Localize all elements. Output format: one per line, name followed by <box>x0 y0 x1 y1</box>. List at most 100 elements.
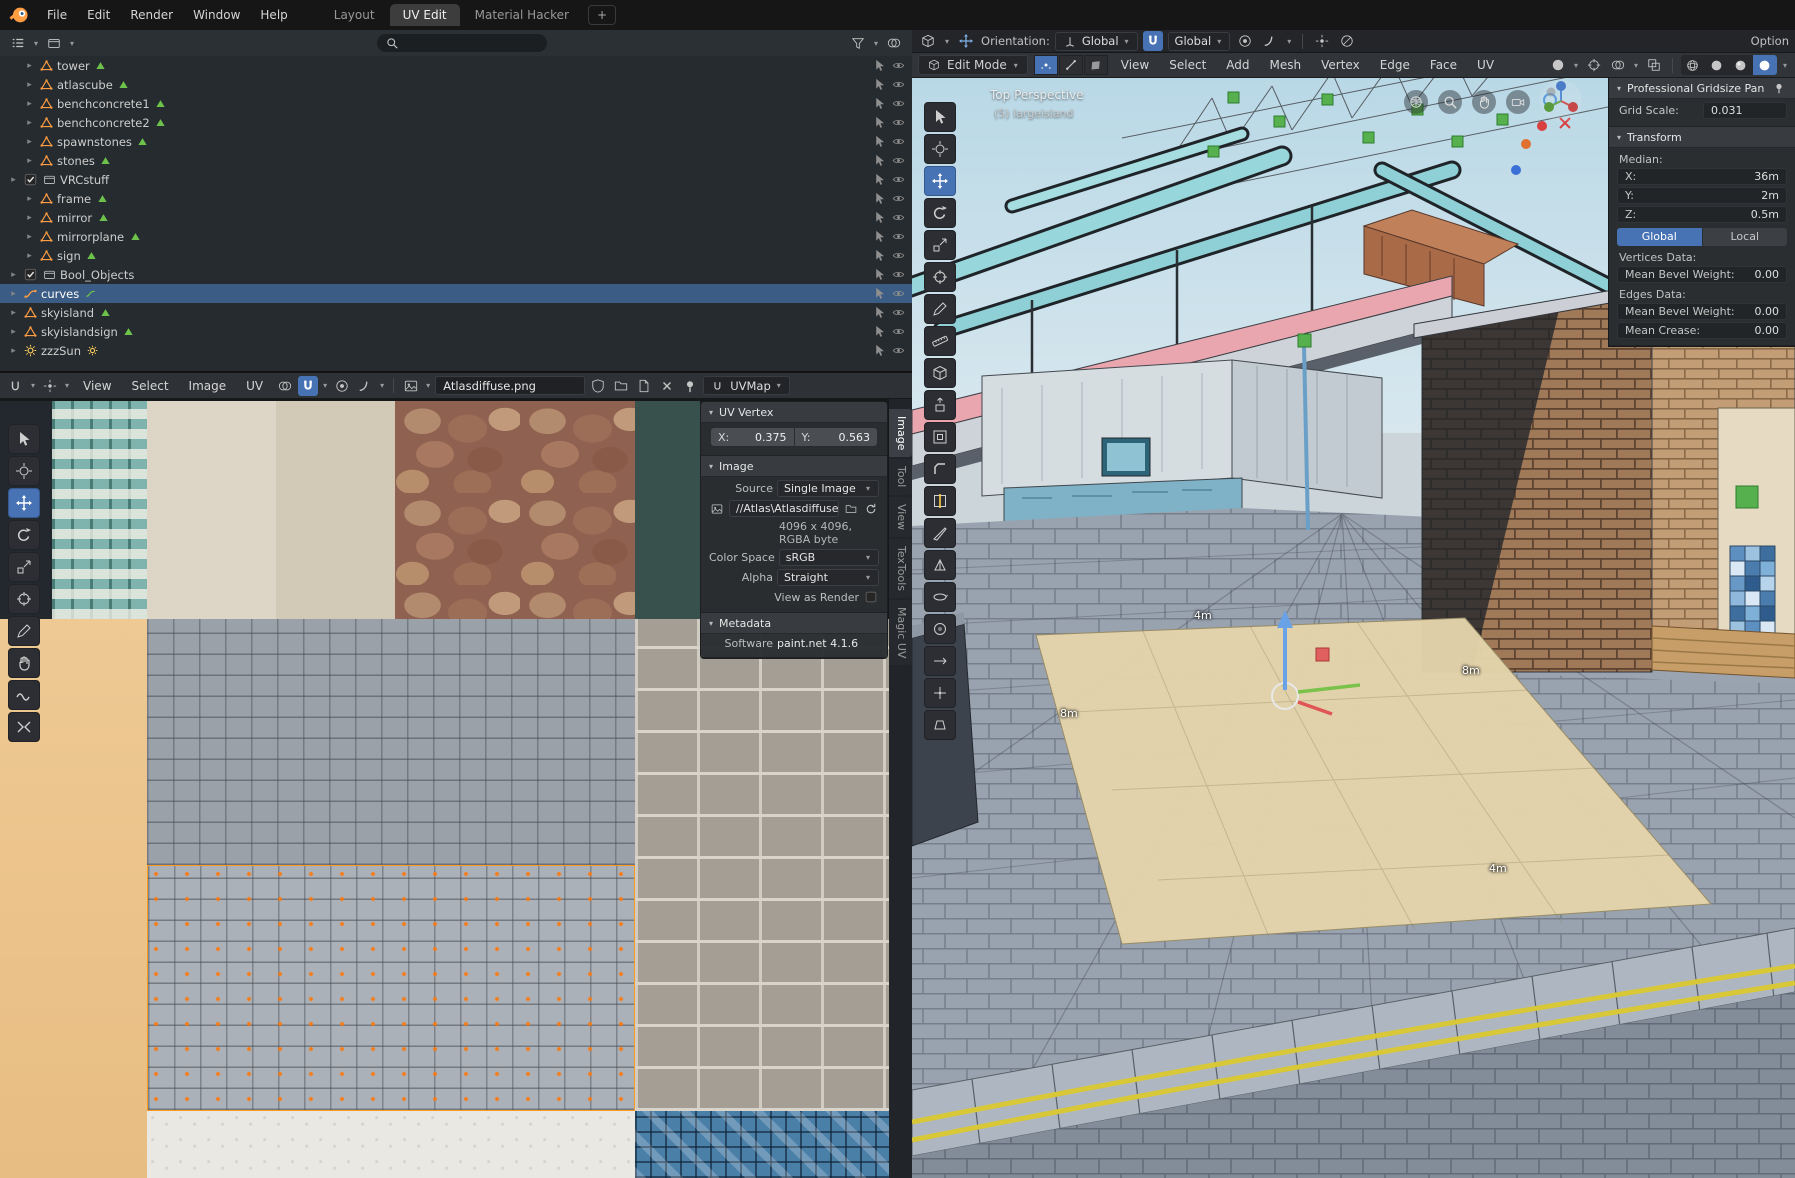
image-name-field[interactable]: Atlasdiffuse.png <box>435 376 585 395</box>
perspective-toggle-icon[interactable] <box>1404 90 1428 114</box>
viewport-menu-mesh[interactable]: Mesh <box>1261 55 1311 75</box>
solid-shading-button[interactable] <box>1705 55 1729 75</box>
uv-menu-uv[interactable]: UV <box>237 376 272 396</box>
rotate-tool-button[interactable] <box>8 520 40 550</box>
uv-canvas[interactable]: ▾ UV Vertex X:0.375 Y:0.563 ▾ Image Sour… <box>0 399 912 1178</box>
disclosure-icon[interactable]: ▸ <box>24 156 35 166</box>
new-image-icon[interactable] <box>634 376 654 396</box>
hide-in-viewport-icon[interactable] <box>890 172 906 188</box>
knife-tool-button[interactable] <box>924 518 956 548</box>
uv-menu-view[interactable]: View <box>74 376 120 396</box>
selectable-icon[interactable] <box>871 324 887 340</box>
selectable-icon[interactable] <box>871 210 887 226</box>
outliner-item-bool-objects[interactable]: ▸Bool_Objects <box>0 265 912 284</box>
overlay-toggle-icon[interactable] <box>884 33 904 53</box>
reload-icon[interactable] <box>863 501 879 517</box>
hide-in-viewport-icon[interactable] <box>890 77 906 93</box>
outliner-item-mirrorplane[interactable]: ▸mirrorplane <box>0 227 912 246</box>
global-button[interactable]: Global <box>1617 228 1702 246</box>
hide-in-viewport-icon[interactable] <box>890 191 906 207</box>
hide-in-viewport-icon[interactable] <box>890 324 906 340</box>
pinch-tool-button[interactable] <box>8 712 40 742</box>
hide-in-viewport-icon[interactable] <box>890 134 906 150</box>
rotate-tool-button[interactable] <box>924 198 956 228</box>
disclosure-icon[interactable]: ▸ <box>8 308 19 318</box>
median-z-field[interactable]: Z:0.5m <box>1617 206 1787 223</box>
measure-tool-button[interactable] <box>924 326 956 356</box>
overlays-toggle-icon[interactable] <box>1608 55 1628 75</box>
outliner-item-frame[interactable]: ▸frame <box>0 189 912 208</box>
uv-sidebar-tab-image[interactable]: Image <box>889 409 912 457</box>
colorspace-dropdown[interactable]: sRGB▾ <box>779 549 879 566</box>
selectable-icon[interactable] <box>871 115 887 131</box>
menu-render[interactable]: Render <box>121 5 182 25</box>
uv-menu-image[interactable]: Image <box>180 376 236 396</box>
edge-select-mode-button[interactable] <box>1059 55 1083 75</box>
selectable-icon[interactable] <box>871 229 887 245</box>
disclosure-icon[interactable]: ▸ <box>8 346 19 356</box>
wireframe-shading-button[interactable] <box>1681 55 1705 75</box>
menu-edit[interactable]: Edit <box>78 5 119 25</box>
outliner-item-tower[interactable]: ▸tower <box>0 56 912 75</box>
disclosure-icon[interactable]: ▸ <box>24 213 35 223</box>
rendered-shading-button[interactable] <box>1753 55 1777 75</box>
falloff-icon[interactable] <box>355 376 375 396</box>
disclosure-icon[interactable]: ▸ <box>8 175 19 185</box>
disclosure-icon[interactable]: ▸ <box>24 232 35 242</box>
open-file-icon[interactable] <box>843 501 859 517</box>
annotate-tool-button[interactable] <box>924 294 956 324</box>
uv-sidebar-tab-view[interactable]: View <box>889 497 912 537</box>
snap-magnet-icon[interactable] <box>1143 31 1163 51</box>
pin-icon[interactable] <box>680 376 700 396</box>
uv-vertex-panel-header[interactable]: ▾ UV Vertex <box>701 402 887 423</box>
vertex-select-mode-button[interactable] <box>1034 55 1058 75</box>
view-as-render-checkbox[interactable] <box>863 589 879 605</box>
orientation-dropdown[interactable]: Global ▾ <box>1055 32 1138 51</box>
cursor-tool-button[interactable] <box>924 134 956 164</box>
visibility-dropdown-icon[interactable] <box>1548 55 1568 75</box>
tweak-tool-button[interactable] <box>924 102 956 132</box>
move-tool-button[interactable] <box>8 488 40 518</box>
uv-sidebar-tab-textools[interactable]: TexTools <box>889 539 912 598</box>
median-x-field[interactable]: X:36m <box>1617 168 1787 185</box>
shear-tool-button[interactable] <box>924 710 956 740</box>
viewport-menu-face[interactable]: Face <box>1421 55 1466 75</box>
outliner-item-skyisland[interactable]: ▸skyisland <box>0 303 912 322</box>
polybuild-tool-button[interactable] <box>924 550 956 580</box>
transform-tool-button[interactable] <box>8 584 40 614</box>
gridsize-panel-header[interactable]: ▾ Professional Gridsize Pan <box>1609 78 1795 99</box>
menu-window[interactable]: Window <box>184 5 249 25</box>
hide-in-viewport-icon[interactable] <box>890 115 906 131</box>
outliner-item-sign[interactable]: ▸sign <box>0 246 912 265</box>
hide-in-viewport-icon[interactable] <box>890 248 906 264</box>
transform-tool-button[interactable] <box>924 262 956 292</box>
unlink-image-icon[interactable] <box>657 376 677 396</box>
cursor-tool-button[interactable] <box>8 456 40 486</box>
selectable-icon[interactable] <box>871 191 887 207</box>
workspace-tab-uv-edit[interactable]: UV Edit <box>390 4 460 26</box>
disclosure-icon[interactable]: ▸ <box>24 80 35 90</box>
viewport-menu-view[interactable]: View <box>1112 55 1158 75</box>
source-dropdown[interactable]: Single Image▾ <box>777 480 879 497</box>
hide-in-viewport-icon[interactable] <box>890 58 906 74</box>
outliner-item-spawnstones[interactable]: ▸spawnstones <box>0 132 912 151</box>
smooth-tool-button[interactable] <box>924 614 956 644</box>
browse-image-icon[interactable] <box>401 376 421 396</box>
viewport-menu-select[interactable]: Select <box>1160 55 1215 75</box>
outliner-search-input[interactable] <box>377 34 547 52</box>
zoom-icon[interactable] <box>1438 90 1462 114</box>
image-path-field[interactable]: //Atlas\Atlasdiffuse... <box>729 500 839 517</box>
options-dropdown[interactable]: Option <box>1751 34 1789 48</box>
viewport-menu-uv[interactable]: UV <box>1468 55 1503 75</box>
disclosure-icon[interactable]: ▸ <box>24 61 35 71</box>
scale-tool-button[interactable] <box>8 552 40 582</box>
viewport-menu-edge[interactable]: Edge <box>1371 55 1419 75</box>
hide-in-viewport-icon[interactable] <box>890 305 906 321</box>
disclosure-icon[interactable]: ▸ <box>8 270 19 280</box>
active-tool-move-icon[interactable] <box>956 31 976 51</box>
checkbox-icon[interactable] <box>22 172 38 188</box>
workspace-tab-material-hacker[interactable]: Material Hacker <box>462 4 582 26</box>
median-y-field[interactable]: Y:2m <box>1617 187 1787 204</box>
spin-tool-button[interactable] <box>924 582 956 612</box>
hide-in-viewport-icon[interactable] <box>890 267 906 283</box>
